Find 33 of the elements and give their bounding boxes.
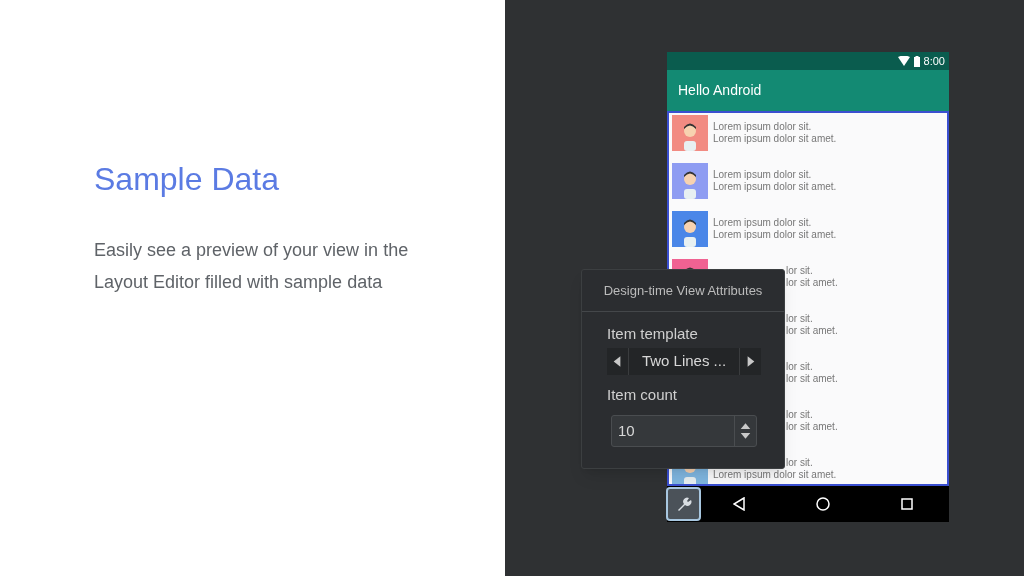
slide-title: Sample Data <box>94 160 280 198</box>
battery-icon <box>913 55 920 67</box>
list-item-text: lor sit amet. <box>786 325 838 337</box>
list-item-text: lor sit amet. <box>786 277 838 289</box>
list-item-text: Lorem ipsum dolor sit. <box>713 169 813 181</box>
template-value: Two Lines ... <box>640 351 728 372</box>
list-item-text: Lorem ipsum dolor sit amet. <box>713 133 837 145</box>
list-item-text: Lorem ipsum dolor sit. <box>713 121 813 133</box>
list-item-text: Lorem ipsum dolor sit amet. <box>713 181 837 193</box>
slide-body: Easily see a preview of your view in the Layout Editor filled with sample data <box>94 239 410 294</box>
list-item-text: lor sit. <box>786 265 814 277</box>
list-item-text: Lorem ipsum dolor sit. <box>713 217 813 229</box>
list-item-text: lor sit. <box>786 409 814 421</box>
wifi-icon <box>897 56 910 66</box>
template-stepper[interactable]: Two Lines ... <box>607 348 761 375</box>
list-item-text: lor sit. <box>786 361 814 373</box>
list-item-text: Lorem ipsum dolor sit amet. <box>713 469 837 481</box>
count-field[interactable]: 10 <box>611 415 757 447</box>
list-item-text: lor sit. <box>786 457 814 469</box>
back-icon <box>732 497 745 511</box>
list-item-text: lor sit. <box>786 313 814 325</box>
template-label: Item template <box>607 324 699 344</box>
list-item-text: Lorem ipsum dolor sit amet. <box>713 229 837 241</box>
wrench-button[interactable] <box>666 487 701 521</box>
app-bar-title: Hello Android <box>678 81 762 100</box>
list-item-text: lor sit amet. <box>786 373 838 385</box>
status-time: 8:00 <box>923 53 945 69</box>
count-value: 10 <box>617 420 636 441</box>
square-icon <box>901 498 914 510</box>
count-label: Item count <box>607 385 679 405</box>
home-icon <box>816 497 830 511</box>
list-item-text: lor sit amet. <box>786 421 838 433</box>
popup-title: Design-time View Attributes <box>603 281 763 300</box>
